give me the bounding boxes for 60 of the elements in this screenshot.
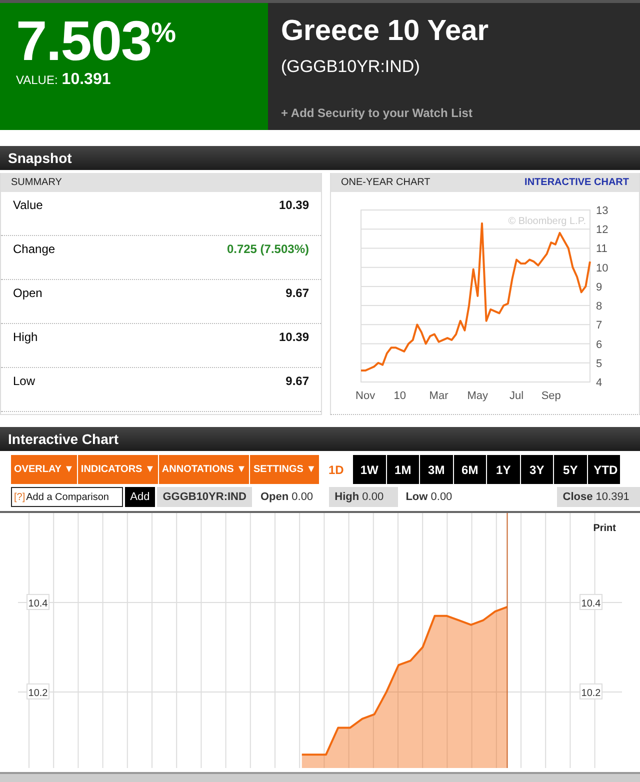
axis-label: 5: [596, 358, 602, 370]
stat-value: Open 0.00: [259, 490, 314, 505]
axis-label: Nov: [356, 390, 376, 402]
row-label: High: [13, 330, 38, 346]
add-button[interactable]: Add: [125, 487, 155, 507]
axis-label: 8: [596, 300, 602, 313]
horizontal-scrollbar[interactable]: [0, 772, 640, 782]
axis-label: Jul: [510, 390, 524, 402]
axis-label: 13: [596, 205, 608, 217]
print-link[interactable]: Print: [593, 523, 616, 534]
range-tab[interactable]: 6M: [454, 455, 486, 484]
ticker-label: GGGB10YR:IND: [156, 487, 252, 507]
axis-label: 4: [596, 377, 602, 389]
security-title: Greece 10 Year: [281, 15, 490, 48]
range-tab[interactable]: YTD: [588, 455, 620, 484]
axis-label: 10.4: [580, 594, 602, 610]
axis-label: 11: [596, 243, 608, 256]
stat-value: High 0.00: [328, 487, 398, 507]
section-title: Snapshot: [0, 146, 640, 170]
axis-label: 12: [596, 224, 608, 236]
row-label: Value: [13, 198, 43, 214]
row-label: Low: [13, 374, 36, 390]
range-tab[interactable]: 5Y: [554, 455, 587, 484]
panel-heading: ONE-YEAR CHART: [341, 177, 430, 188]
y-tick-label: 10.4: [28, 598, 48, 610]
row-label: Open: [13, 286, 42, 302]
change-percent: 7.503: [16, 13, 152, 69]
y-tick-label: 10.2: [28, 688, 48, 699]
row-value: 9.67: [286, 374, 309, 390]
value: 10.391: [62, 71, 111, 89]
stat-value: Close 10.391: [556, 487, 640, 507]
range-tab[interactable]: 1Y: [487, 455, 520, 484]
axis-label: 10.4: [26, 594, 50, 610]
stat-value: Low 0.00: [404, 490, 454, 505]
percent-sign: %: [151, 19, 176, 47]
axis-label: 10.2: [26, 683, 50, 700]
row-value: 10.39: [278, 198, 309, 214]
value-label: VALUE:: [16, 73, 58, 87]
axis-label: 9: [596, 281, 602, 294]
row-value: 0.725 (7.503%): [226, 242, 309, 258]
section-title: Interactive Chart: [0, 427, 640, 451]
axis-label: Mar: [429, 390, 448, 402]
interactive-chart-link[interactable]: INTERACTIVE CHART: [524, 177, 629, 188]
watch-list-link[interactable]: + Add Security to your Watch List: [281, 106, 640, 120]
row-value: 9.67: [286, 286, 309, 302]
axis-label: 7: [596, 320, 602, 332]
row-label: Change: [13, 242, 56, 258]
range-tab[interactable]: 1W: [353, 455, 386, 484]
axis-label: 10: [394, 390, 406, 402]
axis-label: 10.2: [580, 683, 602, 700]
panel-heading: SUMMARY: [1, 173, 321, 192]
range-tab[interactable]: 3Y: [520, 455, 554, 484]
range-tab[interactable]: 1M: [386, 455, 420, 484]
range-tab[interactable]: 3M: [420, 455, 453, 484]
axis-label: 6: [596, 338, 602, 351]
axis-label: May: [467, 390, 488, 402]
axis-label: 10: [596, 262, 608, 274]
ticker: (GGGB10YR:IND): [281, 57, 421, 77]
axis-label: Sep: [541, 390, 561, 402]
row-value: 10.39: [278, 330, 309, 346]
